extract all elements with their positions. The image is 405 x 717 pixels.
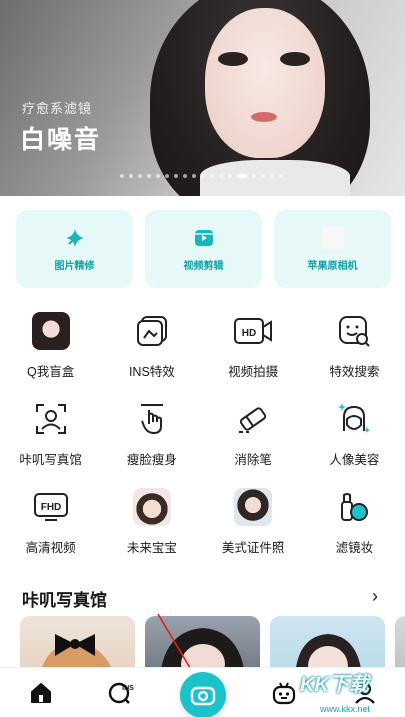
eraser-icon xyxy=(233,399,273,439)
svg-text:INS: INS xyxy=(122,685,134,692)
tool-hd-video[interactable]: FHD 高清视频 xyxy=(0,481,101,569)
tool-beauty[interactable]: 人像美容 xyxy=(304,393,405,481)
tool-label: 咔叽写真馆 xyxy=(19,453,82,467)
video-edit-card[interactable]: 视频剪辑 xyxy=(145,210,262,288)
carousel-dot[interactable] xyxy=(183,174,187,178)
section-title: 咔叽写真馆 xyxy=(22,591,107,610)
tool-label: 瘦脸瘦身 xyxy=(126,453,177,467)
carousel-dot[interactable] xyxy=(192,174,196,178)
tool-id-photo[interactable]: 美式证件照 xyxy=(203,481,304,569)
photo-retouch-card[interactable]: 图片精修 xyxy=(16,210,133,288)
sparkle-icon xyxy=(64,227,86,249)
carousel-dot[interactable] xyxy=(237,174,247,178)
apple-camera-icon xyxy=(321,226,344,249)
watermark-logo: KK下载 xyxy=(300,674,369,696)
effect-search-icon xyxy=(334,311,374,351)
tool-label: INS特效 xyxy=(128,365,175,379)
ins-effect-icon xyxy=(132,311,172,351)
card-label: 视频剪辑 xyxy=(183,260,224,272)
tool-photo-studio[interactable]: 咔叽写真馆 xyxy=(0,393,101,481)
portrait-frame-icon xyxy=(31,399,71,439)
carousel-dot[interactable] xyxy=(261,174,265,178)
carousel-dot[interactable] xyxy=(270,174,274,178)
card-label: 图片精修 xyxy=(54,260,95,272)
tool-label: 美式证件照 xyxy=(221,541,285,555)
section-more-arrow[interactable]: › xyxy=(372,586,378,607)
tool-label: 滤镜妆 xyxy=(335,541,374,555)
tool-label: Q我盲盒 xyxy=(27,365,75,379)
feature-cards: 图片精修 视频剪辑 苹果原相机 xyxy=(16,210,391,288)
tool-makeup-filter[interactable]: 滤镜妆 xyxy=(304,481,405,569)
tool-ins-effect[interactable]: INS特效 xyxy=(101,305,202,393)
avatar-girl-icon xyxy=(31,311,71,351)
ins-search-icon: INS xyxy=(108,682,134,704)
card-label: 苹果原相机 xyxy=(307,260,358,272)
carousel-dot[interactable] xyxy=(252,174,256,178)
nav-ins[interactable]: INS xyxy=(81,680,162,706)
carousel-dots xyxy=(120,174,283,178)
carousel-dot[interactable] xyxy=(210,174,214,178)
carousel-dot[interactable] xyxy=(165,174,169,178)
tool-slim[interactable]: 瘦脸瘦身 xyxy=(101,393,202,481)
fhd-icon: FHD xyxy=(31,487,71,527)
tool-eraser[interactable]: 消除笔 xyxy=(203,393,304,481)
carousel-dot[interactable] xyxy=(129,174,133,178)
watermark-url: www.kkx.net xyxy=(320,704,371,714)
carousel-dot[interactable] xyxy=(219,174,223,178)
camera-icon xyxy=(190,686,216,706)
tool-effect-search[interactable]: 特效搜索 xyxy=(304,305,405,393)
tools-grid: Q我盲盒 INS特效 HD 视频拍摄 特效搜索 咔叽写真馆 瘦脸瘦身 消除笔 人… xyxy=(0,305,405,569)
carousel-dot[interactable] xyxy=(201,174,205,178)
hd-video-icon: HD xyxy=(233,311,273,351)
home-icon xyxy=(30,682,51,703)
tool-future-baby[interactable]: 未来宝宝 xyxy=(101,481,202,569)
hero-banner[interactable]: 疗愈系滤镜 白噪音 xyxy=(0,0,405,196)
carousel-dot[interactable] xyxy=(156,174,160,178)
svg-text:HD: HD xyxy=(242,328,256,339)
video-edit-icon xyxy=(193,227,215,249)
tool-label: 视频拍摄 xyxy=(228,365,279,379)
slim-hand-icon xyxy=(132,399,172,439)
tool-label: 消除笔 xyxy=(234,453,272,467)
banner-title: 白噪音 xyxy=(20,126,102,154)
nav-home[interactable] xyxy=(0,681,81,705)
apple-camera-card[interactable]: 苹果原相机 xyxy=(274,210,391,288)
camera-button[interactable] xyxy=(180,672,226,717)
avatar-baby-icon xyxy=(132,487,172,527)
carousel-dot[interactable] xyxy=(138,174,142,178)
carousel-dot[interactable] xyxy=(228,174,232,178)
carousel-dot[interactable] xyxy=(120,174,124,178)
tool-label: 高清视频 xyxy=(25,541,76,555)
beauty-face-icon xyxy=(334,399,374,439)
tool-label: 未来宝宝 xyxy=(126,541,177,555)
carousel-dot[interactable] xyxy=(174,174,178,178)
avatar-id-photo-icon xyxy=(233,487,273,527)
carousel-dot[interactable] xyxy=(147,174,151,178)
banner-subtitle: 疗愈系滤镜 xyxy=(22,101,93,116)
carousel-dot[interactable] xyxy=(279,174,283,178)
tool-video-shoot[interactable]: HD 视频拍摄 xyxy=(203,305,304,393)
robot-icon xyxy=(272,682,295,704)
tool-label: 特效搜索 xyxy=(329,365,380,379)
svg-text:FHD: FHD xyxy=(40,502,61,513)
tool-label: 人像美容 xyxy=(329,453,380,467)
tool-blind-box[interactable]: Q我盲盒 xyxy=(0,305,101,393)
makeup-filter-icon xyxy=(334,487,374,527)
